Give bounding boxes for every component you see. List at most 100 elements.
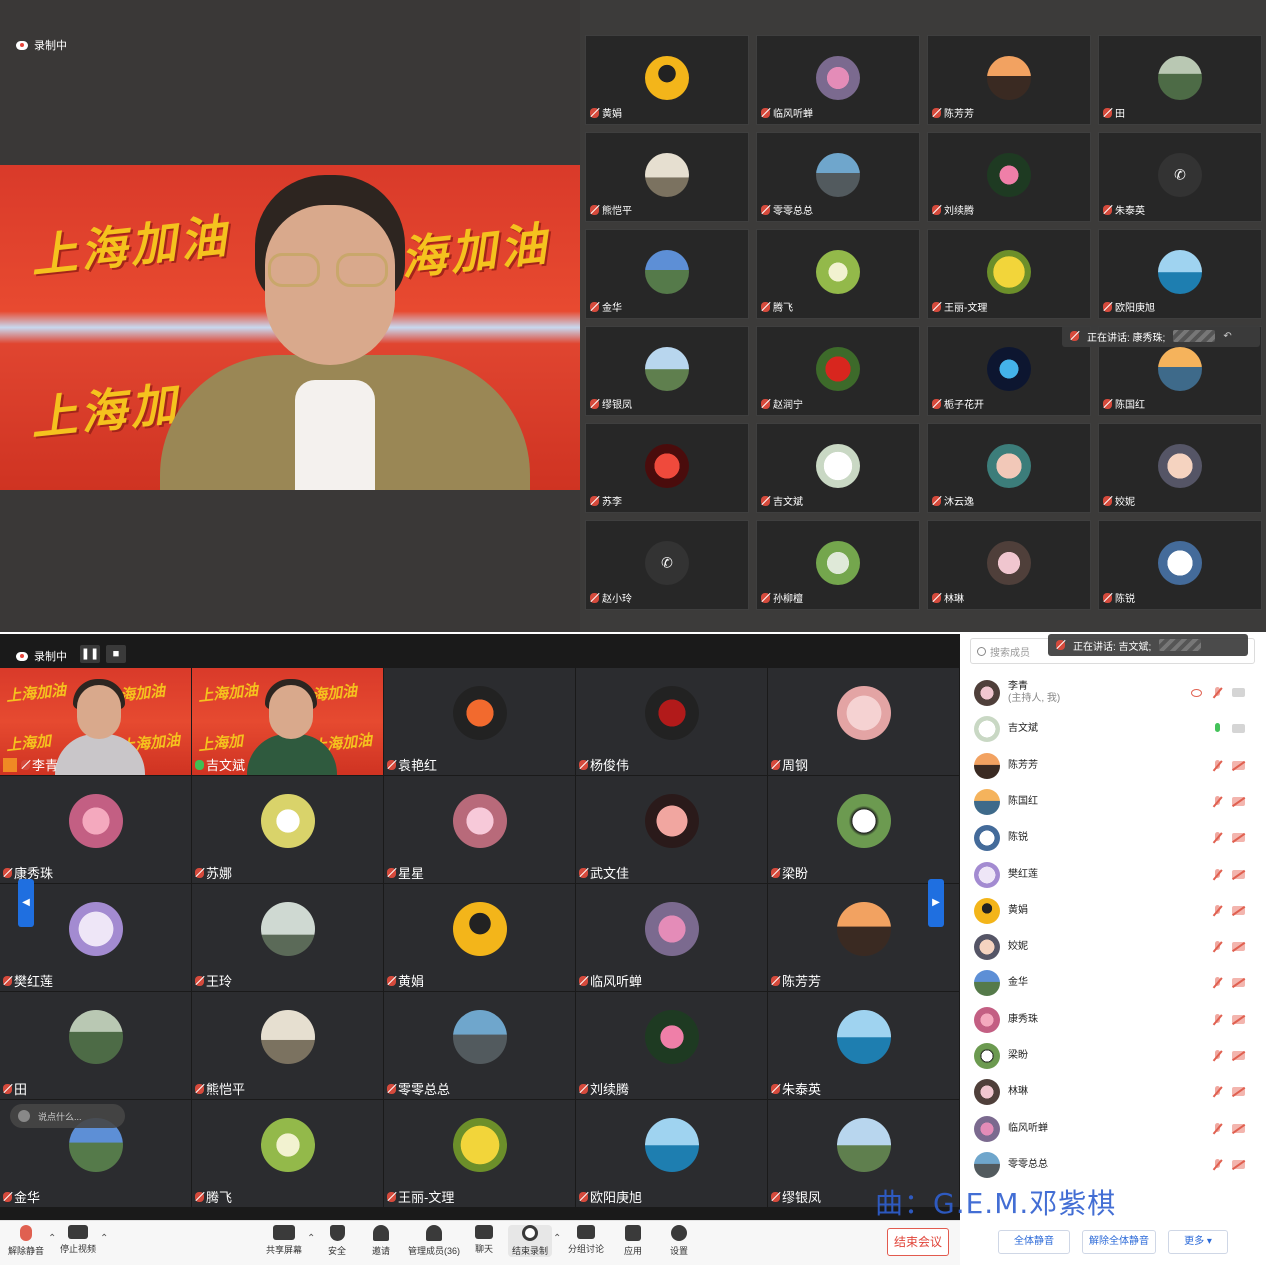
participant-tile[interactable]: 朱泰英 xyxy=(768,992,960,1100)
participant-tile[interactable]: 欧阳庚旭 xyxy=(1098,229,1262,319)
participant-tile[interactable]: 陈芳芳 xyxy=(927,35,1091,125)
eye-icon[interactable] xyxy=(1191,689,1202,697)
participant-tile[interactable]: 缪银凤 xyxy=(585,326,749,416)
main-speaker-video[interactable]: 上海加油 海加油 上海加 xyxy=(0,165,580,490)
participant-tile[interactable]: 熊恺平 xyxy=(192,992,384,1100)
participant-tile[interactable]: 王玲 xyxy=(192,884,384,992)
camera-off-icon[interactable] xyxy=(1232,1014,1245,1024)
participant-tile[interactable]: 刘续腾 xyxy=(576,992,768,1100)
invite-button[interactable]: 邀请 xyxy=(372,1225,390,1257)
member-row[interactable]: 陈国红 xyxy=(974,787,1259,817)
prev-page-button[interactable]: ◀ xyxy=(18,879,34,927)
participant-tile[interactable]: 星星 xyxy=(384,776,576,884)
camera-off-icon[interactable] xyxy=(1232,1123,1245,1133)
mic-muted-icon[interactable] xyxy=(1212,1086,1222,1098)
mic-muted-icon[interactable] xyxy=(1212,795,1222,808)
participant-tile[interactable]: 王丽-文理 xyxy=(927,229,1091,319)
camera-off-icon[interactable] xyxy=(1232,760,1245,770)
camera-icon[interactable] xyxy=(1232,688,1245,697)
camera-off-icon[interactable] xyxy=(1232,1051,1245,1060)
camera-off-icon[interactable] xyxy=(1232,978,1245,988)
participant-tile[interactable]: 熊恺平 xyxy=(585,132,749,222)
member-row[interactable]: 康秀珠 xyxy=(974,1005,1259,1035)
member-row[interactable]: 梁盼 xyxy=(974,1041,1259,1071)
camera-off-icon[interactable] xyxy=(1232,796,1245,806)
camera-off-icon[interactable] xyxy=(1232,1087,1245,1097)
member-row[interactable]: 零零总总 xyxy=(974,1150,1259,1180)
end-recording-button[interactable]: 结束录制 xyxy=(508,1225,553,1257)
next-page-button[interactable]: ▶ xyxy=(928,879,944,927)
unmute-all-button[interactable]: 解除全体静音 xyxy=(1082,1230,1156,1254)
breakout-rooms-button[interactable]: 分组讨论 xyxy=(568,1225,604,1255)
participant-tile[interactable]: 林琳 xyxy=(927,520,1091,610)
participant-tile[interactable]: 田 xyxy=(1098,35,1262,125)
participant-tile[interactable]: 零零总总 xyxy=(384,992,576,1100)
participant-tile[interactable]: 周钢 xyxy=(768,668,960,776)
mute-all-button[interactable]: 全体静音 xyxy=(998,1230,1070,1254)
participant-tile[interactable]: 金华 xyxy=(585,229,749,319)
chat-button[interactable]: 聊天 xyxy=(475,1225,493,1255)
participant-tile[interactable]: 刘续腾 xyxy=(927,132,1091,222)
participant-tile[interactable]: 武文佳 xyxy=(576,776,768,884)
pause-recording-button[interactable]: ❚❚ xyxy=(80,645,100,663)
participant-tile[interactable]: 临风听蝉 xyxy=(756,35,920,125)
camera-off-icon[interactable] xyxy=(1232,905,1245,915)
participant-tile[interactable]: 孙柳檀 xyxy=(756,520,920,610)
camera-off-icon[interactable] xyxy=(1232,869,1245,879)
unmute-button[interactable]: 解除静音 xyxy=(8,1225,44,1257)
mic-muted-icon[interactable] xyxy=(1212,904,1222,917)
mic-muted-icon[interactable] xyxy=(1212,1158,1222,1171)
participant-tile[interactable]: 杨俊伟 xyxy=(576,668,768,776)
mic-muted-icon[interactable] xyxy=(1212,977,1222,989)
member-row[interactable]: 陈芳芳 xyxy=(974,751,1259,781)
member-row[interactable]: 黄娟 xyxy=(974,896,1259,926)
participant-tile[interactable]: 王丽-文理 xyxy=(384,1100,576,1208)
participant-tile[interactable]: 田 xyxy=(0,992,192,1100)
camera-icon[interactable] xyxy=(1232,724,1245,734)
mic-muted-icon[interactable] xyxy=(1212,1122,1222,1135)
share-screen-button[interactable]: 共享屏幕 xyxy=(266,1225,302,1256)
chevron-up-icon[interactable]: ⌃ xyxy=(553,1233,561,1244)
mic-muted-icon[interactable] xyxy=(1212,759,1222,772)
member-row[interactable]: 林琳 xyxy=(974,1077,1259,1107)
member-row[interactable]: 金华 xyxy=(974,968,1259,998)
mic-muted-icon[interactable] xyxy=(1212,868,1222,881)
mic-muted-icon[interactable] xyxy=(1212,1013,1222,1026)
camera-off-icon[interactable] xyxy=(1232,942,1245,952)
settings-button[interactable]: 设置 xyxy=(670,1225,688,1257)
mic-muted-icon[interactable] xyxy=(1212,832,1222,844)
participant-video-tile[interactable]: 上海加油 海加油 上海加 上海加油 吉文斌 xyxy=(192,668,384,776)
participant-tile[interactable]: 赵润宁 xyxy=(756,326,920,416)
participant-tile[interactable]: 梁盼 xyxy=(768,776,960,884)
participant-tile[interactable]: 腾飞 xyxy=(192,1100,384,1208)
member-row[interactable]: 陈锐 xyxy=(974,823,1259,853)
quick-chat-input[interactable]: 说点什么... xyxy=(10,1104,125,1128)
participant-tile[interactable]: 陈锐 xyxy=(1098,520,1262,610)
stop-recording-button[interactable]: ■ xyxy=(106,645,126,663)
camera-off-icon[interactable] xyxy=(1232,1159,1245,1169)
participant-tile[interactable]: 零零总总 xyxy=(756,132,920,222)
member-row[interactable]: 李青 (主持人, 我) xyxy=(974,678,1259,708)
stop-video-button[interactable]: 停止视频 xyxy=(60,1225,96,1255)
mic-muted-icon[interactable] xyxy=(1212,1050,1222,1062)
manage-members-button[interactable]: 管理成员(36) xyxy=(408,1225,460,1257)
participant-video-tile[interactable]: 上海加油 海加油 上海加 上海加油 李青 xyxy=(0,668,192,776)
participant-tile[interactable]: 吉文斌 xyxy=(756,423,920,513)
participant-tile[interactable]: 黄娟 xyxy=(384,884,576,992)
chevron-up-icon[interactable]: ⌃ xyxy=(48,1233,56,1244)
participant-tile[interactable]: 沐云逸 xyxy=(927,423,1091,513)
apps-button[interactable]: 应用 xyxy=(624,1225,642,1257)
participant-tile[interactable]: 苏娜 xyxy=(192,776,384,884)
participant-tile[interactable]: 康秀珠 xyxy=(0,776,192,884)
participant-tile[interactable]: 欧阳庚旭 xyxy=(576,1100,768,1208)
participant-tile[interactable]: 临风听蝉 xyxy=(576,884,768,992)
participant-tile[interactable]: 袁艳红 xyxy=(384,668,576,776)
mic-muted-icon[interactable] xyxy=(1212,687,1222,699)
emoji-icon[interactable] xyxy=(18,1110,30,1122)
participant-tile[interactable]: 黄娟 xyxy=(585,35,749,125)
mic-on-icon[interactable] xyxy=(1212,723,1222,735)
participant-tile[interactable]: ✆ 赵小玲 xyxy=(585,520,749,610)
camera-off-icon[interactable] xyxy=(1232,833,1245,843)
participant-tile[interactable]: ✆ 朱泰英 xyxy=(1098,132,1262,222)
member-row[interactable]: 樊红莲 xyxy=(974,860,1259,890)
